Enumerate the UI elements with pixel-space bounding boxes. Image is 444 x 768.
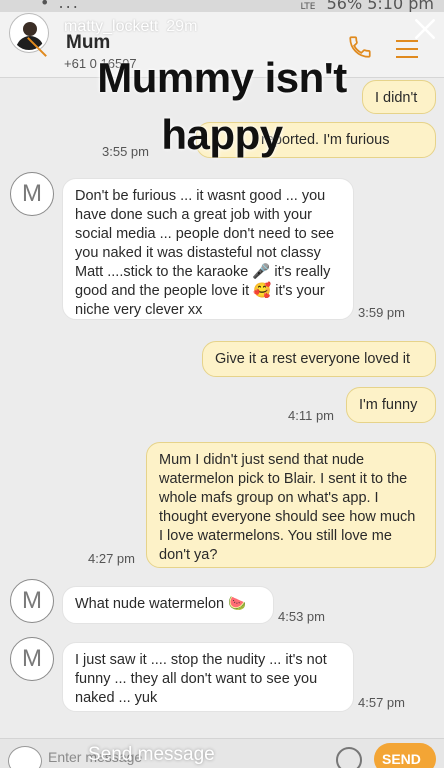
message-time: 4:27 pm xyxy=(88,551,135,566)
status-right: LTE 56% 5:10 pm xyxy=(301,0,434,12)
message-bubble-outgoing[interactable]: Mum I didn't just send that nude waterme… xyxy=(146,442,436,568)
contact-avatar[interactable]: M xyxy=(10,172,54,216)
message-bubble-outgoing[interactable]: I'm funny xyxy=(346,387,436,423)
message-time: 4:53 pm xyxy=(278,609,325,624)
status-bar: • ... LTE 56% 5:10 pm xyxy=(0,0,444,12)
message-input-bar: Enter message Send message SEND xyxy=(0,738,444,768)
network-label: LTE xyxy=(300,2,316,12)
contact-name: Mum xyxy=(66,32,111,53)
close-icon[interactable] xyxy=(412,16,438,42)
message-bubble-incoming[interactable]: Don't be furious ... it wasnt good ... y… xyxy=(62,178,354,320)
contact-avatar[interactable]: M xyxy=(10,637,54,681)
send-message-overlay[interactable]: Send message xyxy=(88,744,215,766)
message-bubble-incoming[interactable]: What nude watermelon 🍉 xyxy=(62,586,274,624)
story-caption-line-1: Mummy isn't xyxy=(97,54,347,101)
emoji-icon[interactable] xyxy=(336,747,362,768)
camera-icon[interactable] xyxy=(8,746,42,768)
message-time: 4:57 pm xyxy=(358,695,405,710)
avatar-head xyxy=(23,22,37,36)
send-button[interactable]: SEND xyxy=(374,743,436,768)
clock: 5:10 pm xyxy=(367,0,434,12)
message-bubble-incoming[interactable]: I just saw it .... stop the nudity ... i… xyxy=(62,642,354,712)
status-left: • ... xyxy=(40,0,80,12)
contact-avatar[interactable]: M xyxy=(10,579,54,623)
story-avatar[interactable] xyxy=(10,14,48,52)
message-time: 3:59 pm xyxy=(358,305,405,320)
battery-label: 56% xyxy=(326,0,363,12)
message-bubble-outgoing[interactable]: Give it a rest everyone loved it xyxy=(202,341,436,377)
story-caption-line-2: happy xyxy=(161,111,283,158)
story-age: 29m xyxy=(166,18,198,35)
message-time: 4:11 pm xyxy=(288,408,335,423)
